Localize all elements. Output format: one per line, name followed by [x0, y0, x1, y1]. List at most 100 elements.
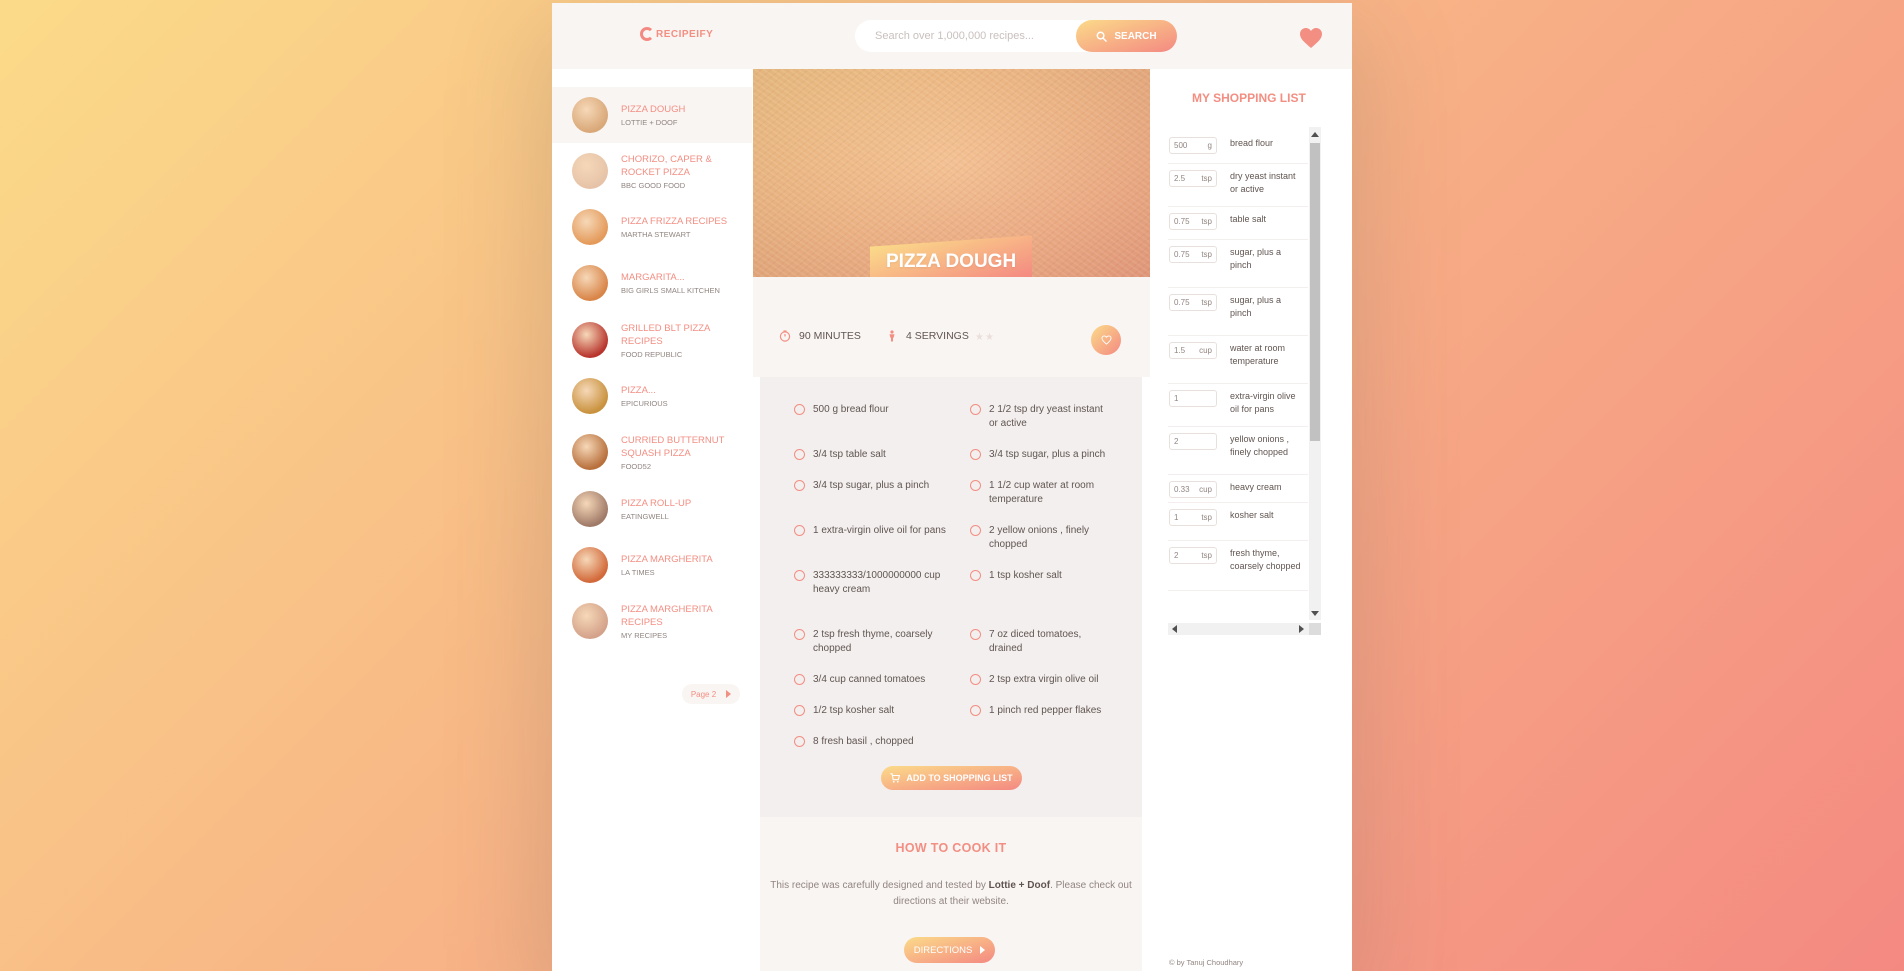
- rating-stars[interactable]: ★★: [975, 332, 995, 343]
- scrollbar-corner: [1309, 623, 1321, 635]
- quantity-input[interactable]: 0.75 tsp: [1169, 213, 1217, 230]
- result-item[interactable]: PIZZA... EPICURIOUS: [552, 368, 752, 424]
- result-title: PIZZA ROLL-UP: [621, 498, 692, 509]
- ingredient-item: 2 1/2 tsp dry yeast instant or active: [970, 403, 1110, 431]
- result-item[interactable]: PIZZA ROLL-UP EATINGWELL: [552, 481, 752, 537]
- person-icon: [889, 330, 895, 342]
- quantity-input[interactable]: 2 tsp: [1169, 547, 1217, 564]
- shopping-item-description: fresh thyme, coarsely chopped: [1230, 548, 1301, 571]
- shopping-item-description: water at room temperature: [1230, 343, 1286, 366]
- clock-icon: [779, 330, 791, 342]
- bookmark-recipe-button[interactable]: [1091, 325, 1121, 355]
- quantity-value: 1: [1174, 394, 1179, 403]
- ingredient-circle-icon: [794, 705, 805, 716]
- quantity-unit: tsp: [1201, 250, 1212, 259]
- result-title: PIZZA DOUGH: [621, 104, 686, 115]
- ingredient-circle-icon: [970, 449, 981, 460]
- directions-button[interactable]: DIRECTIONS: [904, 937, 995, 963]
- quantity-input[interactable]: 2.5 tsp: [1169, 170, 1217, 187]
- result-item[interactable]: PIZZA MARGHERITA RECIPES MY RECIPES: [552, 593, 752, 649]
- quantity-input[interactable]: 0.75 tsp: [1169, 294, 1217, 311]
- search-results: PIZZA DOUGH LOTTIE + DOOF CHORIZO, CAPER &…: [552, 69, 752, 969]
- shopping-item-description: table salt: [1230, 214, 1267, 224]
- result-thumbnail: [572, 491, 608, 527]
- result-item[interactable]: MARGARITA... BIG GIRLS SMALL KITCHEN: [552, 255, 752, 311]
- add-to-shopping-list-button[interactable]: ADD TO SHOPPING LIST: [881, 766, 1022, 790]
- result-title: PIZZA MARGHERITA: [621, 554, 713, 565]
- search-icon: [1096, 31, 1108, 42]
- search-button[interactable]: SEARCH: [1076, 20, 1177, 52]
- ingredient-circle-icon: [794, 570, 805, 581]
- ingredient-item: 3/4 tsp sugar, plus a pinch: [794, 479, 954, 493]
- ingredient-text: 3/4 tsp sugar, plus a pinch: [989, 449, 1106, 460]
- recipe-directions: HOW TO COOK IT This recipe was carefully…: [760, 817, 1142, 971]
- result-item[interactable]: GRILLED BLT PIZZA RECIPES FOOD REPUBLIC: [552, 312, 752, 368]
- quantity-input[interactable]: 1.5 cup: [1169, 342, 1217, 359]
- quantity-input[interactable]: 0.75 tsp: [1169, 246, 1217, 263]
- result-item[interactable]: PIZZA DOUGH LOTTIE + DOOF: [552, 87, 752, 143]
- quantity-unit: g: [1207, 141, 1212, 150]
- result-text: PIZZA FRIZZA RECIPES MARTHA STEWART: [621, 215, 746, 239]
- shopping-list-item: 1 extra-virgin olive oil for pans: [1168, 384, 1308, 427]
- scrollbar-thumb[interactable]: [1310, 143, 1320, 441]
- search-input[interactable]: [855, 20, 1075, 52]
- recipe-minutes-unit: MINUTES: [813, 330, 861, 342]
- pagination-next-button[interactable]: Page 2: [682, 684, 740, 704]
- result-text: PIZZA DOUGH LOTTIE + DOOF: [621, 103, 746, 127]
- logo[interactable]: RECIPEIFY: [640, 27, 713, 41]
- ingredient-item: 500 g bread flour: [794, 403, 954, 417]
- scrollbar-thumb-horizontal[interactable]: [1182, 624, 1290, 634]
- quantity-input[interactable]: 1 tsp: [1169, 509, 1217, 526]
- shopping-list-vertical-scrollbar[interactable]: [1309, 127, 1321, 620]
- result-item[interactable]: PIZZA MARGHERITA LA TIMES: [552, 537, 752, 593]
- result-item[interactable]: CHORIZO, CAPER & ROCKET PIZZA BBC GOOD FO…: [552, 143, 752, 199]
- recipe-servings-unit: SERVINGS: [914, 330, 969, 342]
- ingredient-circle-icon: [970, 570, 981, 581]
- quantity-input[interactable]: 0.33 cup: [1169, 481, 1217, 498]
- shopping-list-item: 1 tsp kosher salt: [1168, 503, 1308, 541]
- shopping-list-heading: MY SHOPPING LIST: [1192, 91, 1306, 105]
- logo-icon: [640, 27, 654, 41]
- quantity-value: 2: [1174, 551, 1179, 560]
- shopping-item-description: bread flour: [1230, 138, 1274, 148]
- heart-outline-icon: [1100, 335, 1112, 345]
- result-item[interactable]: PIZZA FRIZZA RECIPES MARTHA STEWART: [552, 199, 752, 255]
- ingredient-text: 7 oz diced tomatoes, drained: [989, 629, 1082, 654]
- quantity-input[interactable]: 2: [1169, 433, 1217, 450]
- scroll-right-icon[interactable]: [1299, 625, 1304, 633]
- quantity-unit: tsp: [1201, 298, 1212, 307]
- ingredient-circle-icon: [794, 525, 805, 536]
- ingredient-item: 2 yellow onions , finely chopped: [970, 524, 1110, 552]
- search-button-label: SEARCH: [1114, 30, 1157, 42]
- ingredient-item: 2 tsp fresh thyme, coarsely chopped: [794, 628, 954, 656]
- quantity-unit: tsp: [1201, 551, 1212, 560]
- ingredient-circle-icon: [970, 674, 981, 685]
- shopping-item-description: sugar, plus a pinch: [1230, 295, 1282, 318]
- result-publisher: MARTHA STEWART: [621, 230, 691, 239]
- scroll-down-icon[interactable]: [1311, 611, 1319, 616]
- quantity-input[interactable]: 1: [1169, 390, 1217, 407]
- quantity-value: 2.5: [1174, 174, 1186, 183]
- quantity-unit: tsp: [1201, 217, 1212, 226]
- scroll-up-icon[interactable]: [1311, 132, 1319, 137]
- result-title: CURRIED BUTTERNUT SQUASH PIZZA: [621, 434, 725, 459]
- directions-button-label: DIRECTIONS: [913, 944, 973, 956]
- ingredient-circle-icon: [970, 629, 981, 640]
- scroll-left-icon[interactable]: [1172, 625, 1177, 633]
- pagination-label: Page 2: [690, 689, 717, 699]
- ingredient-text: 2 1/2 tsp dry yeast instant or active: [989, 404, 1103, 429]
- shopping-list-item: 2 yellow onions , finely chopped: [1168, 427, 1308, 475]
- result-publisher: FOOD REPUBLIC: [621, 349, 683, 359]
- result-publisher: BBC GOOD FOOD: [621, 180, 686, 190]
- shopping-list-horizontal-scrollbar[interactable]: [1168, 623, 1309, 635]
- quantity-unit: tsp: [1201, 513, 1212, 522]
- result-item[interactable]: CURRIED BUTTERNUT SQUASH PIZZA FOOD52: [552, 424, 752, 480]
- quantity-input[interactable]: 500 g: [1169, 137, 1217, 154]
- quantity-unit: tsp: [1201, 174, 1212, 183]
- ingredient-item: 7 oz diced tomatoes, drained: [970, 628, 1110, 656]
- bookmarks-heart-icon[interactable]: [1299, 27, 1323, 49]
- logo-text: RECIPEIFY: [656, 28, 714, 40]
- result-thumbnail: [572, 265, 608, 301]
- ingredient-item: 2 tsp extra virgin olive oil: [970, 673, 1110, 687]
- result-publisher: LA TIMES: [621, 568, 655, 577]
